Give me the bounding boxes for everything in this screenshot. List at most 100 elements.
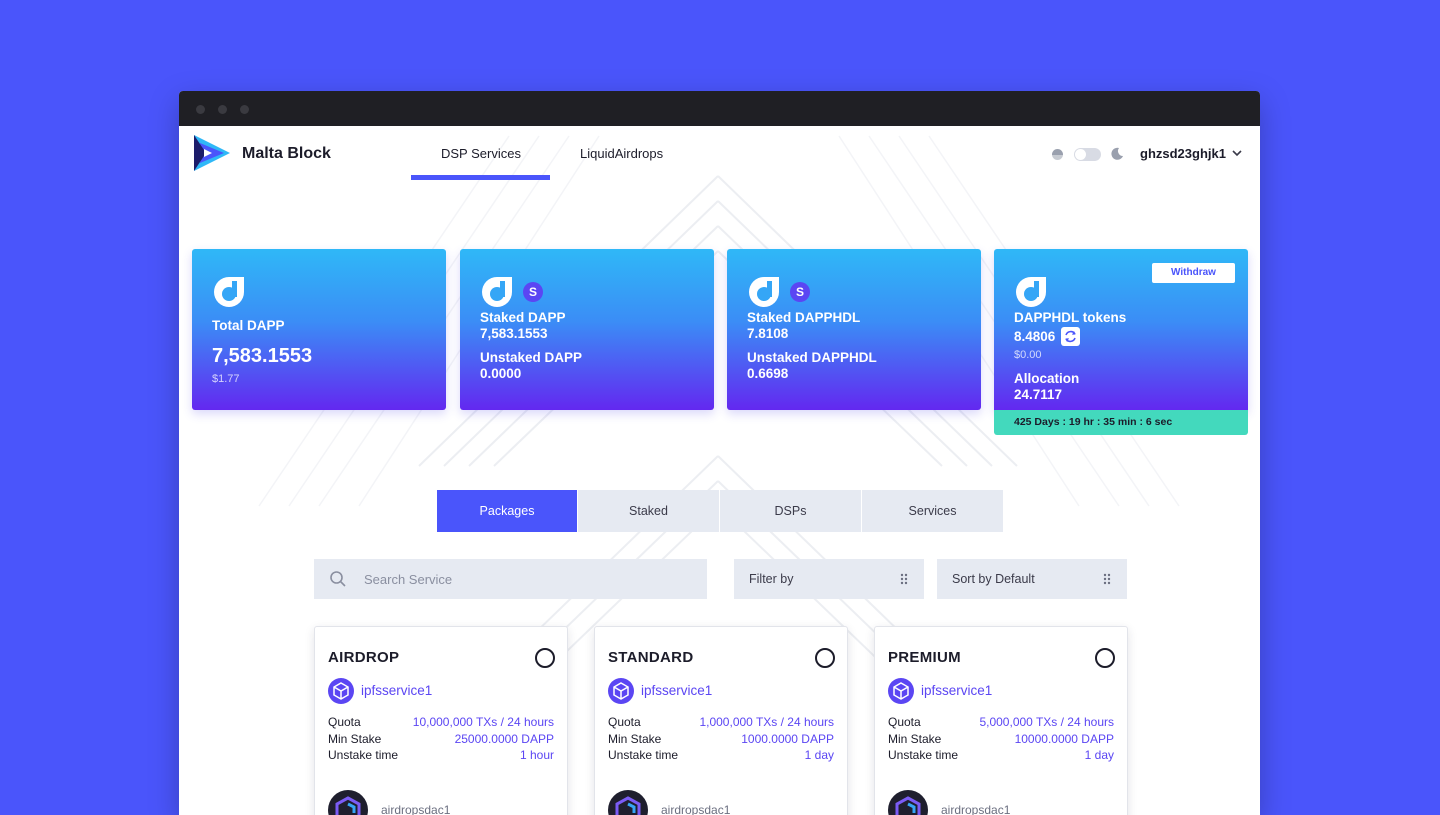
allocation-countdown: 425 Days : 19 hr : 35 min : 6 sec: [994, 410, 1248, 435]
moon-icon: [1111, 147, 1123, 160]
staked-badge: S: [790, 282, 810, 302]
dsp-name[interactable]: airdropsdac1: [661, 803, 730, 815]
dsp-avatar: [888, 790, 928, 815]
withdraw-button[interactable]: Withdraw: [1152, 263, 1235, 283]
stat-usd-value: $1.77: [212, 373, 240, 385]
sort-by-label: Sort by Default: [952, 572, 1035, 586]
service-name[interactable]: ipfsservice1: [361, 683, 432, 698]
grip-icon: [1103, 573, 1111, 585]
stat-value: 0.6698: [747, 366, 789, 381]
min-stake-value: 1000.0000 DAPP: [741, 732, 834, 746]
min-stake-label: Min Stake: [328, 732, 382, 746]
package-radio[interactable]: [535, 648, 555, 668]
stat-value: 7.8108: [747, 326, 789, 341]
quota-label: Quota: [608, 715, 641, 729]
theme-toggle[interactable]: [1074, 148, 1101, 161]
dsp-avatar: [608, 790, 648, 815]
tab-staked[interactable]: Staked: [578, 490, 720, 532]
stat-value: 8.4806: [1014, 329, 1056, 345]
theme-toggle-knob: [1075, 149, 1086, 160]
unstake-time-value: 1 hour: [519, 748, 554, 762]
package-tabs: Packages Staked DSPs Services: [437, 490, 1004, 532]
cube-icon: [328, 678, 354, 704]
stat-card-staked-dapp: S Staked DAPP 7,583.1553 Unstaked DAPP 0…: [460, 249, 714, 410]
unstake-time-value: 1 day: [804, 748, 834, 762]
stat-label: Allocation: [1014, 371, 1080, 386]
window-close-dot[interactable]: [196, 105, 205, 114]
min-stake-label: Min Stake: [608, 732, 662, 746]
tab-dsps[interactable]: DSPs: [720, 490, 862, 532]
package-card-airdrop[interactable]: AIRDROP ipfsservice1 Quota 10,000,000 TX…: [314, 626, 568, 815]
dapp-icon: [214, 277, 244, 307]
stat-value: 7,583.1553: [212, 345, 313, 367]
stat-label: Staked DAPP: [480, 310, 566, 325]
cube-icon: [888, 678, 914, 704]
nav-active-indicator: [411, 175, 550, 180]
quota-value: 1,000,000 TXs / 24 hours: [699, 715, 834, 729]
unstake-time-label: Unstake time: [608, 748, 679, 762]
search-icon: [330, 571, 346, 587]
min-stake-value: 25000.0000 DAPP: [454, 732, 554, 746]
sun-icon: [1051, 149, 1064, 161]
chevron-down-icon[interactable]: [1231, 148, 1243, 158]
dapp-icon: [1016, 277, 1046, 307]
filter-by-label: Filter by: [749, 572, 794, 586]
dapp-icon: [749, 277, 779, 307]
search-input[interactable]: [364, 559, 694, 599]
search-box: [314, 559, 707, 599]
nav-tab-dsp-services[interactable]: DSP Services: [441, 146, 521, 161]
stat-card-total-dapp: Total DAPP 7,583.1553 $1.77: [192, 249, 446, 410]
filter-by-select[interactable]: Filter by: [734, 559, 924, 599]
account-name[interactable]: ghzsd23ghjk1: [1140, 146, 1226, 161]
stat-label: Unstaked DAPP: [480, 350, 583, 365]
nav-tab-liquid-airdrops[interactable]: LiquidAirdrops: [580, 146, 663, 161]
window-maximize-dot[interactable]: [240, 105, 249, 114]
app-window: Malta Block DSP Services LiquidAirdrops …: [179, 91, 1260, 815]
stat-value: 0.0000: [480, 366, 522, 381]
unstake-time-label: Unstake time: [328, 748, 399, 762]
min-stake-value: 10000.0000 DAPP: [1014, 732, 1114, 746]
unstake-time-value: 1 day: [1084, 748, 1114, 762]
stat-value: 24.7117: [1014, 387, 1063, 402]
package-name: PREMIUM: [888, 649, 961, 666]
stat-label: Staked DAPPHDL: [747, 310, 861, 325]
stat-value-row: 8.4806: [1014, 327, 1081, 347]
service-name[interactable]: ipfsservice1: [921, 683, 992, 698]
dsp-avatar: [328, 790, 368, 815]
stat-label: Unstaked DAPPHDL: [747, 350, 877, 365]
stat-label: Total DAPP: [212, 318, 285, 333]
brand-name: Malta Block: [242, 145, 331, 162]
package-name: STANDARD: [608, 649, 694, 666]
page-content: Malta Block DSP Services LiquidAirdrops …: [179, 126, 1260, 815]
dsp-name[interactable]: airdropsdac1: [381, 803, 450, 815]
stat-card-staked-dapphdl: S Staked DAPPHDL 7.8108 Unstaked DAPPHDL…: [727, 249, 981, 410]
window-titlebar: [179, 91, 1260, 126]
service-name[interactable]: ipfsservice1: [641, 683, 712, 698]
quota-label: Quota: [328, 715, 361, 729]
dsp-name[interactable]: airdropsdac1: [941, 803, 1010, 815]
stat-value: 7,583.1553: [480, 326, 548, 341]
stat-label: DAPPHDL tokens: [1014, 310, 1127, 325]
sort-by-select[interactable]: Sort by Default: [937, 559, 1127, 599]
unstake-time-label: Unstake time: [888, 748, 959, 762]
cube-icon: [608, 678, 634, 704]
dapp-icon: [482, 277, 512, 307]
package-card-premium[interactable]: PREMIUM ipfsservice1 Quota 5,000,000 TXs…: [874, 626, 1128, 815]
package-name: AIRDROP: [328, 649, 400, 666]
brand-logo[interactable]: [192, 133, 232, 173]
window-minimize-dot[interactable]: [218, 105, 227, 114]
quota-value: 5,000,000 TXs / 24 hours: [979, 715, 1114, 729]
grip-icon: [900, 573, 908, 585]
stat-usd-value: $0.00: [1014, 349, 1042, 361]
quota-value: 10,000,000 TXs / 24 hours: [412, 715, 554, 729]
package-radio[interactable]: [1095, 648, 1115, 668]
stat-card-dapphdl-tokens: Withdraw DAPPHDL tokens 8.4806 $0.00 All…: [994, 249, 1248, 410]
min-stake-label: Min Stake: [888, 732, 942, 746]
refresh-icon[interactable]: [1061, 327, 1081, 346]
staked-badge: S: [523, 282, 543, 302]
package-radio[interactable]: [815, 648, 835, 668]
package-card-standard[interactable]: STANDARD ipfsservice1 Quota 1,000,000 TX…: [594, 626, 848, 815]
tab-services[interactable]: Services: [862, 490, 1004, 532]
tab-packages[interactable]: Packages: [437, 490, 578, 532]
quota-label: Quota: [888, 715, 921, 729]
